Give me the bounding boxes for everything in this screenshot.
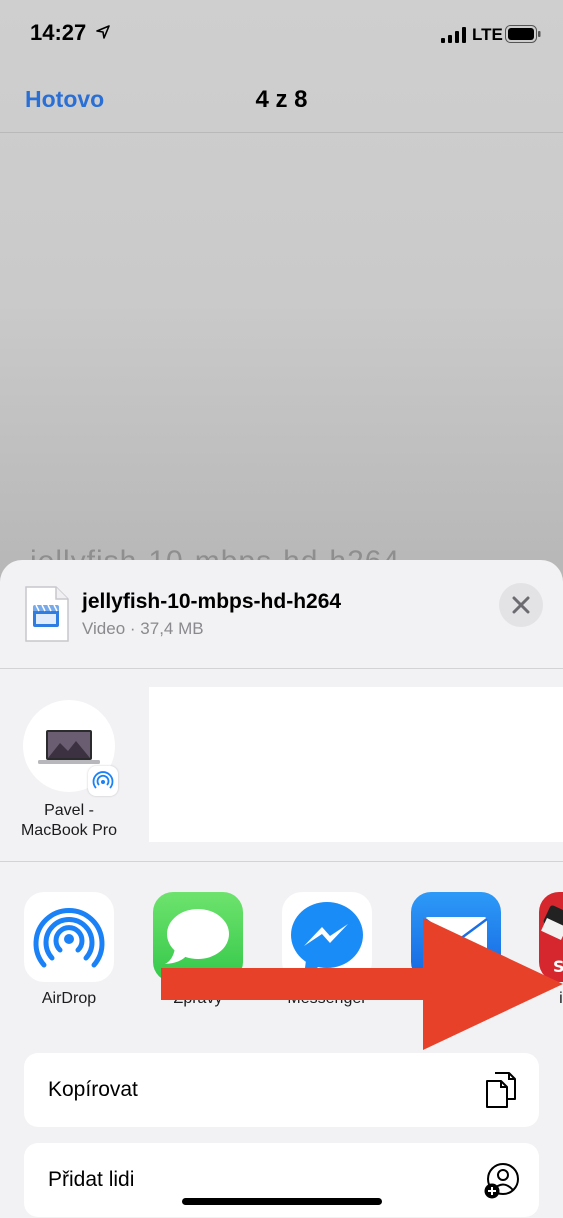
file-name: jellyfish-10-mbps-hd-h264 bbox=[82, 590, 342, 613]
airdrop-badge-icon bbox=[92, 771, 114, 789]
airdrop-people-row: Pavel - MacBook Pro bbox=[0, 669, 563, 862]
airdrop-person-macbook[interactable]: Pavel - MacBook Pro bbox=[0, 669, 150, 861]
share-sheet-header: jellyfish-10-mbps-hd-h264 Video · 37,4 M… bbox=[0, 560, 563, 669]
battery-icon bbox=[505, 25, 541, 43]
red-arrow-annotation bbox=[161, 918, 563, 1050]
person-name: Pavel - MacBook Pro bbox=[0, 801, 138, 841]
nav-bar: Hotovo 4 z 8 bbox=[0, 70, 563, 133]
status-bar: 14:27 LTE bbox=[0, 0, 563, 70]
network-type: LTE bbox=[472, 25, 503, 44]
airdrop-icon bbox=[24, 892, 114, 982]
close-icon bbox=[512, 596, 530, 614]
person-name-line2: MacBook Pro bbox=[20, 822, 118, 839]
page-counter: 4 z 8 bbox=[255, 86, 308, 113]
location-arrow-icon bbox=[96, 25, 110, 39]
macbook-icon bbox=[38, 730, 100, 764]
copy-action[interactable]: Kopírovat bbox=[24, 1053, 539, 1127]
copy-action-label: Kopírovat bbox=[48, 1078, 138, 1101]
add-people-action-label: Přidat lidi bbox=[48, 1168, 135, 1191]
add-people-action[interactable]: Přidat lidi bbox=[24, 1143, 539, 1217]
file-meta: Video · 37,4 MB bbox=[82, 619, 204, 638]
airdrop-badge bbox=[88, 766, 118, 796]
close-button[interactable] bbox=[499, 583, 543, 627]
person-name-line1: Pavel - bbox=[44, 802, 94, 819]
add-people-icon bbox=[484, 1163, 519, 1199]
video-file-icon bbox=[25, 586, 69, 642]
home-indicator[interactable] bbox=[182, 1198, 382, 1205]
copy-icon bbox=[486, 1072, 516, 1108]
app-label: AirDrop bbox=[41, 990, 97, 1007]
status-time: 14:27 bbox=[30, 20, 87, 45]
signal-icon bbox=[441, 27, 466, 43]
share-sheet: jellyfish-10-mbps-hd-h264 Video · 37,4 M… bbox=[0, 560, 563, 1218]
blank-area bbox=[149, 687, 563, 842]
